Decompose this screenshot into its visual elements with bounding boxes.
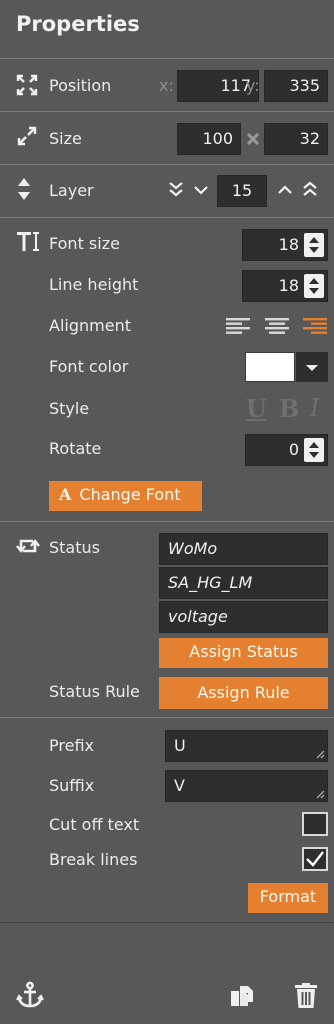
resize-grip-icon[interactable]	[316, 750, 324, 758]
caret-down-icon	[306, 365, 318, 371]
divider	[0, 717, 334, 718]
suffix-textarea[interactable]: V	[165, 770, 328, 802]
underline-button[interactable]: U	[246, 394, 267, 423]
style-label: Style	[49, 399, 90, 418]
divider	[0, 217, 334, 218]
panel-title: Properties	[16, 12, 140, 36]
position-y-input[interactable]: 335	[264, 70, 328, 102]
align-center-icon[interactable]	[265, 318, 289, 334]
break-lines-checkbox[interactable]	[302, 847, 328, 871]
font-size-value: 18	[278, 235, 299, 254]
trash-icon[interactable]	[294, 983, 318, 1009]
align-left-icon[interactable]	[226, 318, 250, 334]
divider	[0, 521, 334, 522]
stepper-arrows-icon[interactable]	[304, 233, 324, 257]
size-label: Size	[49, 129, 82, 148]
divider	[0, 111, 334, 112]
divider	[0, 164, 334, 165]
layer-label: Layer	[49, 181, 94, 200]
line-height-label: Line height	[49, 275, 139, 294]
bring-to-front-button[interactable]	[302, 181, 318, 197]
y-axis-label: y:	[246, 76, 260, 95]
prefix-value: U	[174, 736, 186, 755]
italic-button[interactable]: I	[310, 394, 319, 422]
send-to-back-button[interactable]	[168, 181, 184, 197]
checkmark-icon	[306, 851, 324, 867]
anchor-icon[interactable]	[16, 981, 44, 1009]
change-font-label: Change Font	[79, 485, 181, 504]
move-icon	[16, 74, 38, 96]
size-width-input[interactable]: 100	[177, 123, 241, 155]
change-font-button[interactable]: A Change Font	[49, 481, 202, 511]
alignment-label: Alignment	[49, 316, 131, 335]
layer-input[interactable]: 15	[217, 175, 267, 207]
line-height-input[interactable]: 18	[242, 270, 328, 302]
divider	[0, 922, 334, 923]
divider	[0, 58, 334, 59]
size-height-input[interactable]: 32	[264, 123, 328, 155]
send-backward-button[interactable]	[193, 184, 209, 196]
format-button[interactable]: Format	[248, 883, 328, 913]
font-size-input[interactable]: 18	[242, 229, 328, 261]
font-size-label: Font size	[49, 234, 120, 253]
align-right-icon[interactable]	[303, 318, 327, 334]
font-icon: A	[59, 485, 72, 504]
prefix-textarea[interactable]: U	[165, 730, 328, 762]
text-height-icon	[16, 230, 40, 252]
x-axis-label: x:	[159, 76, 174, 95]
rotate-input[interactable]: 0	[245, 434, 328, 466]
font-color-dropdown-button[interactable]	[296, 352, 328, 382]
rotate-label: Rotate	[49, 439, 102, 458]
assign-rule-button[interactable]: Assign Rule	[159, 677, 328, 709]
retweet-icon	[16, 537, 40, 555]
resize-grip-icon[interactable]	[316, 790, 324, 798]
position-label: Position	[49, 76, 112, 95]
status-item[interactable]: SA_HG_LM	[159, 567, 328, 599]
cut-off-text-checkbox[interactable]	[302, 812, 328, 836]
prefix-label: Prefix	[49, 736, 94, 755]
break-lines-label: Break lines	[49, 850, 138, 869]
status-label: Status	[49, 538, 100, 557]
rotate-value: 0	[288, 440, 299, 459]
status-item[interactable]: voltage	[159, 601, 328, 633]
multiply-icon	[247, 133, 259, 145]
line-height-value: 18	[278, 276, 299, 295]
font-color-label: Font color	[49, 357, 129, 376]
cut-off-text-label: Cut off text	[49, 815, 140, 834]
stepper-arrows-icon[interactable]	[304, 438, 324, 462]
font-color-swatch[interactable]	[245, 352, 295, 382]
stepper-arrows-icon[interactable]	[304, 274, 324, 298]
suffix-label: Suffix	[49, 776, 95, 795]
suffix-value: V	[174, 776, 185, 795]
bold-button[interactable]: B	[279, 394, 299, 423]
resize-icon	[17, 126, 37, 146]
layer-updown-icon	[17, 177, 31, 201]
bring-forward-button[interactable]	[277, 184, 293, 196]
status-item[interactable]: WoMo	[159, 533, 328, 565]
status-rule-label: Status Rule	[49, 682, 140, 701]
assign-status-button[interactable]: Assign Status	[159, 638, 328, 668]
duplicate-icon[interactable]	[230, 985, 254, 1007]
